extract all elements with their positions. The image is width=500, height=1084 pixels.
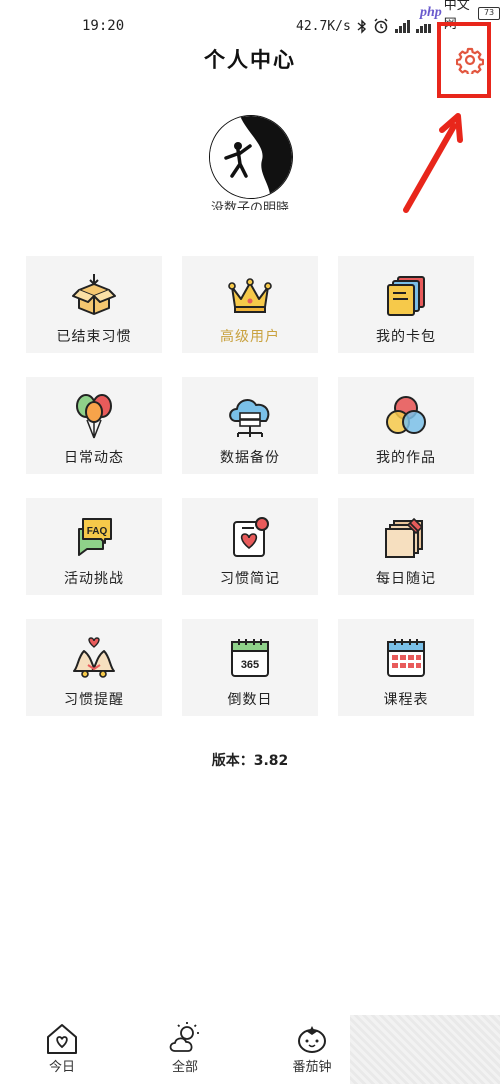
tile-ended-habits[interactable]: 已结束习惯 — [26, 256, 162, 353]
tile-my-cards[interactable]: 我的卡包 — [338, 256, 474, 353]
network-speed: 42.7K/s — [296, 18, 351, 34]
tile-daily-feed[interactable]: 日常动态 — [26, 377, 162, 474]
tile-label: 倒数日 — [227, 692, 273, 708]
tile-label: 课程表 — [383, 692, 429, 708]
tile-timetable[interactable]: 课程表 — [338, 619, 474, 716]
tile-my-works[interactable]: 我的作品 — [338, 377, 474, 474]
bottom-nav: 今日 全部 番茄钟 — [0, 1015, 500, 1084]
nav-label: 番茄钟 — [292, 1060, 332, 1075]
nav-all[interactable]: 全部 — [150, 1021, 220, 1075]
tile-habit-reminder[interactable]: 习惯提醒 — [26, 619, 162, 716]
alarm-icon — [374, 18, 388, 34]
tile-habit-notes[interactable]: 习惯简记 — [182, 498, 318, 595]
tile-label: 习惯简记 — [220, 571, 280, 587]
avatar[interactable] — [209, 115, 293, 199]
page-title: 个人中心 — [204, 48, 296, 72]
svg-text:FAQ: FAQ — [87, 526, 108, 537]
username: 没数子の明晓 — [210, 201, 289, 210]
cloud-server-icon — [225, 391, 275, 441]
nav-today[interactable]: 今日 — [27, 1021, 97, 1075]
nav-label: 全部 — [171, 1060, 198, 1075]
watermark: php 中文网 73 — [418, 0, 500, 32]
crown-icon — [225, 270, 275, 320]
climber-avatar-image — [210, 116, 292, 198]
tile-challenges[interactable]: FAQ 活动挑战 — [26, 498, 162, 595]
wedding-bells-icon — [69, 633, 119, 683]
highlight-box — [437, 22, 491, 98]
bluetooth-icon — [357, 18, 366, 34]
watermark-logo: php — [420, 5, 442, 20]
heart-note-icon — [225, 512, 275, 562]
tile-label: 我的卡包 — [376, 329, 436, 345]
calendar-365-icon: 365 — [225, 633, 275, 683]
faq-bubble-icon: FAQ — [69, 512, 119, 562]
nav-label: 今日 — [48, 1060, 75, 1075]
red-arrow-annotation — [403, 113, 463, 213]
nav-pomodoro[interactable]: 番茄钟 — [277, 1021, 347, 1075]
tile-label: 习惯提醒 — [64, 692, 124, 708]
tile-label: 高级用户 — [220, 329, 280, 345]
tile-label: 日常动态 — [64, 450, 124, 466]
status-icons: 42.7K/s — [296, 16, 431, 36]
blurred-nav-area — [350, 1015, 500, 1084]
tile-daily-jottings[interactable]: 每日随记 — [338, 498, 474, 595]
feature-grid: 已结束习惯 高级用户 我的卡包 日常动态 数据备份 我的作品 FAQ 活动挑战 … — [26, 256, 474, 716]
tomato-icon — [298, 1026, 326, 1053]
status-time: 19:20 — [82, 18, 125, 34]
card-stack-icon — [381, 270, 431, 320]
tile-label: 已结束习惯 — [56, 329, 132, 345]
tile-countdown[interactable]: 365 倒数日 — [182, 619, 318, 716]
pinned-notes-icon — [381, 512, 431, 562]
venn-circles-icon — [381, 391, 431, 441]
sun-cloud-icon — [169, 1022, 199, 1052]
timetable-icon — [381, 633, 431, 683]
house-heart-icon — [47, 1024, 77, 1054]
svg-text:365: 365 — [241, 659, 259, 671]
tile-label: 每日随记 — [376, 571, 436, 587]
open-box-icon — [69, 270, 119, 320]
tile-label: 数据备份 — [220, 450, 280, 466]
version-text: 版本：3.82 — [211, 753, 289, 769]
battery-icon: 73 — [478, 6, 500, 20]
balloons-icon — [69, 391, 119, 441]
tile-label: 活动挑战 — [64, 571, 124, 587]
tile-label: 我的作品 — [376, 450, 436, 466]
tile-premium-user[interactable]: 高级用户 — [182, 256, 318, 353]
signal-icon — [394, 19, 410, 33]
tile-data-backup[interactable]: 数据备份 — [182, 377, 318, 474]
